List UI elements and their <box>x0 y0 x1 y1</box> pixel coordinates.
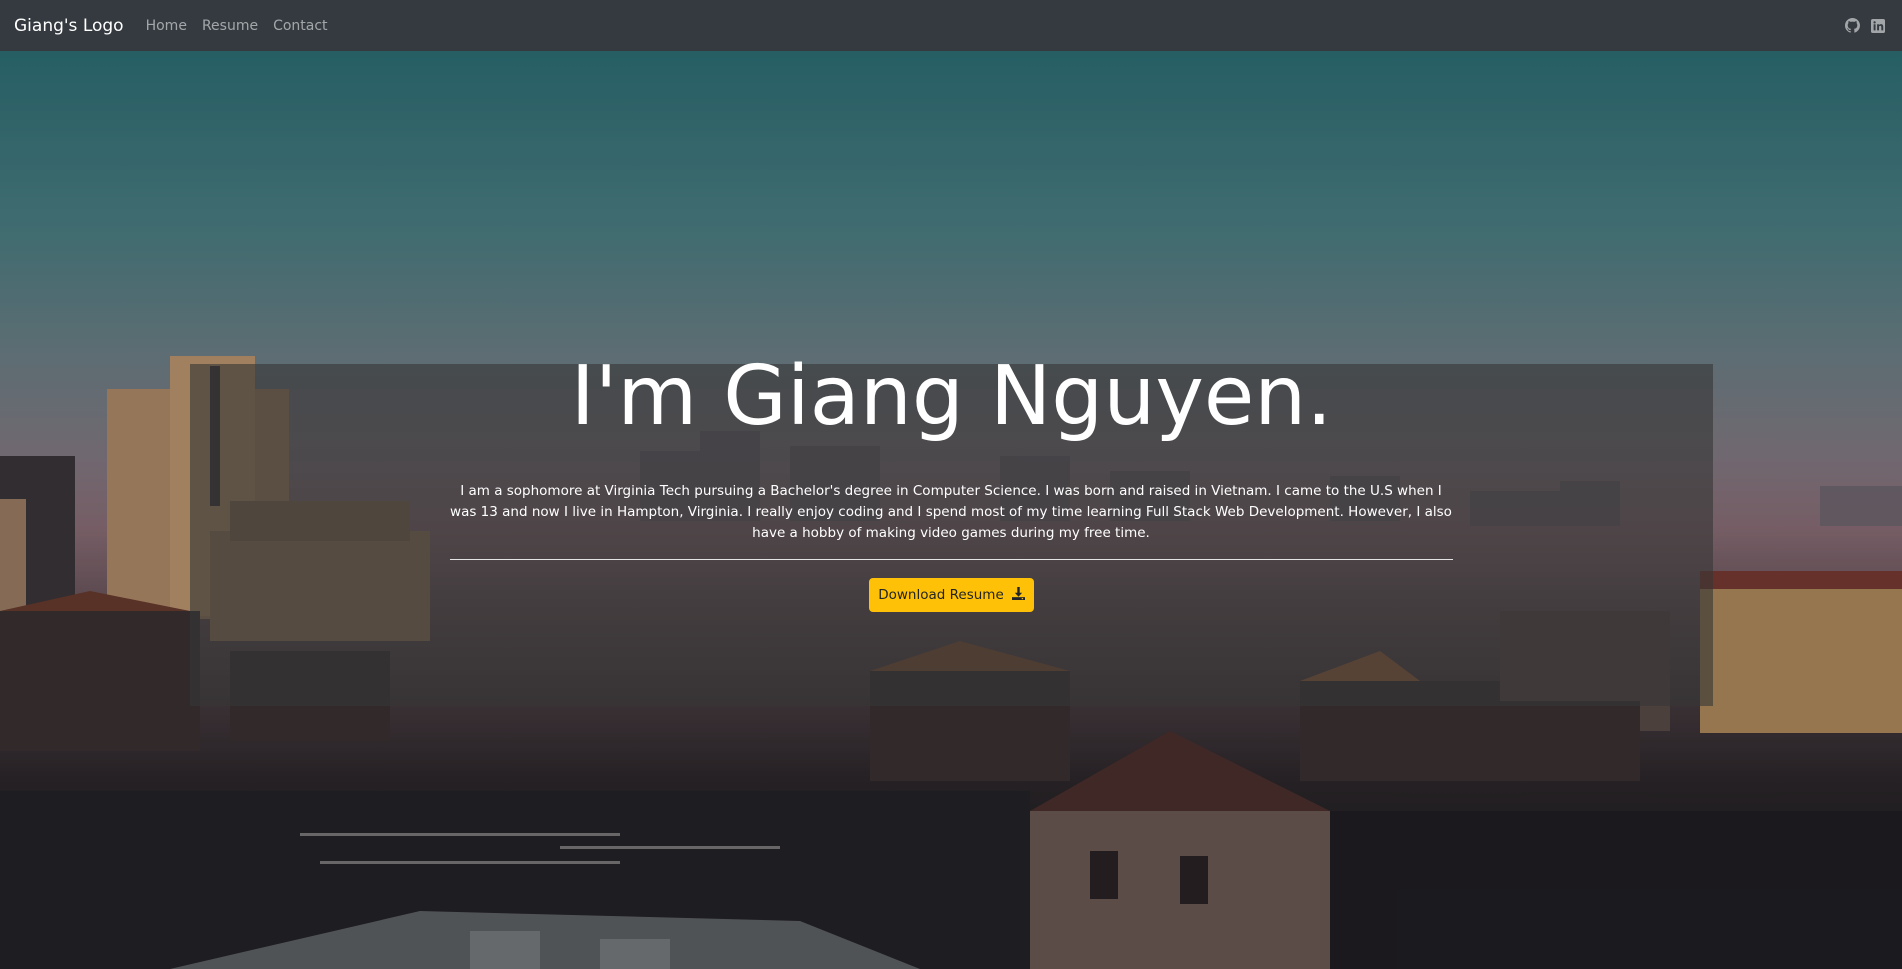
navbar: Giang's Logo Home Resume Contact <box>0 0 1902 51</box>
download-resume-button[interactable]: Download Resume <box>869 578 1034 612</box>
hero-headline: I'm Giang Nguyen. <box>570 349 1333 444</box>
download-icon <box>1011 586 1025 604</box>
download-resume-label: Download Resume <box>878 587 1004 603</box>
nav-link-resume[interactable]: Resume <box>202 18 258 34</box>
linkedin-icon[interactable] <box>1870 18 1886 34</box>
social-icons <box>1844 18 1888 34</box>
hero-divider <box>450 559 1453 560</box>
nav-links: Home Resume Contact <box>146 18 328 34</box>
nav-link-home[interactable]: Home <box>146 18 187 34</box>
hero-bio: I am a sophomore at Virginia Tech pursui… <box>450 483 1452 541</box>
brand-logo[interactable]: Giang's Logo <box>14 16 124 36</box>
nav-link-contact[interactable]: Contact <box>273 18 327 34</box>
github-icon[interactable] <box>1844 18 1860 34</box>
